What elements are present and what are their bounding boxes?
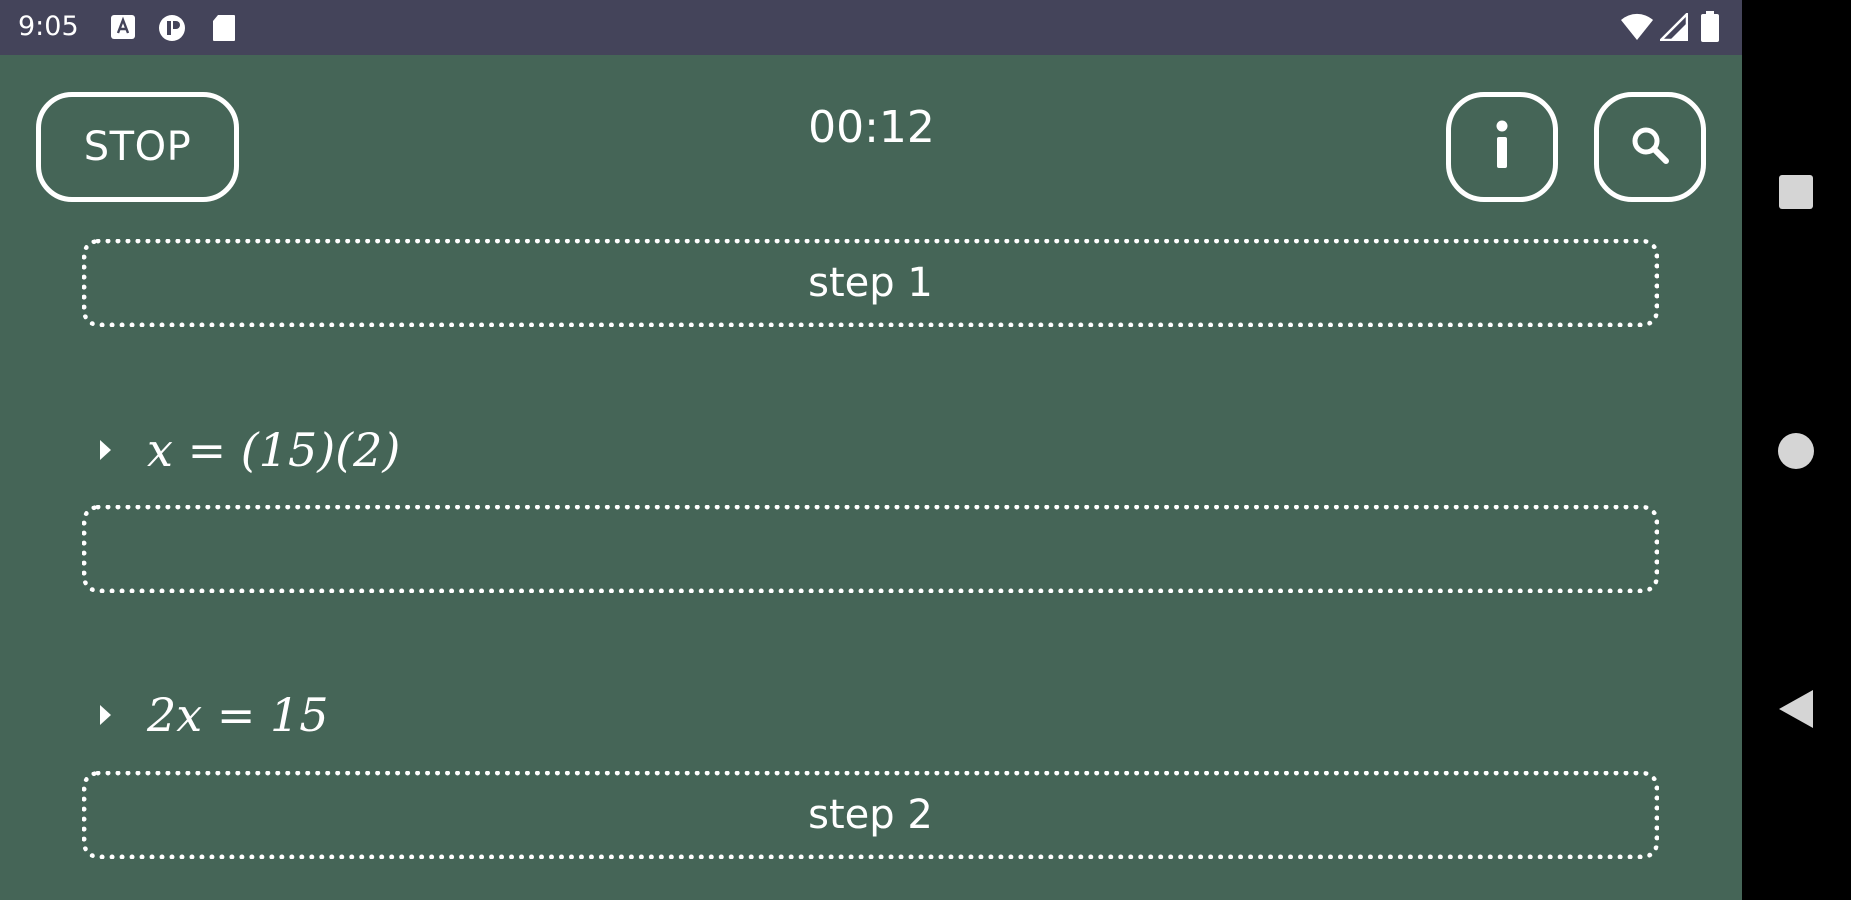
equation-text: x = (15)(2) <box>147 423 401 477</box>
expand-triangle-icon[interactable] <box>100 440 111 460</box>
expand-triangle-icon[interactable] <box>100 705 111 725</box>
a-notification-icon <box>110 14 136 44</box>
step-box[interactable] <box>82 505 1659 593</box>
info-button[interactable] <box>1446 92 1558 202</box>
recents-square-icon[interactable] <box>1778 174 1814 214</box>
cell-signal-icon <box>1657 10 1689 45</box>
sd-card-icon <box>212 14 236 46</box>
battery-icon <box>1700 11 1720 47</box>
equation-row[interactable]: x = (15)(2) <box>100 420 400 480</box>
step-label: step 1 <box>808 260 933 306</box>
step-label: step 2 <box>808 792 933 838</box>
home-circle-icon[interactable] <box>1777 432 1815 474</box>
status-bar: 9:05 <box>0 0 1742 55</box>
search-button[interactable] <box>1594 92 1706 202</box>
step-box[interactable]: step 2 <box>82 771 1659 859</box>
timer-display: 00:12 <box>808 102 935 153</box>
navigation-bar <box>1742 0 1851 900</box>
step-box[interactable]: step 1 <box>82 239 1659 327</box>
app-screen: 9:05 STOP 00:12 step 1 x = (15)(2) 2x = … <box>0 0 1742 900</box>
info-icon <box>1490 120 1514 174</box>
record-notification-icon <box>158 14 186 46</box>
wifi-icon <box>1620 13 1654 45</box>
search-icon <box>1629 124 1671 170</box>
status-time: 9:05 <box>18 11 79 42</box>
stop-button[interactable]: STOP <box>36 92 239 202</box>
equation-row[interactable]: 2x = 15 <box>100 685 329 745</box>
equation-text: 2x = 15 <box>147 688 329 742</box>
back-triangle-icon[interactable] <box>1777 689 1815 733</box>
